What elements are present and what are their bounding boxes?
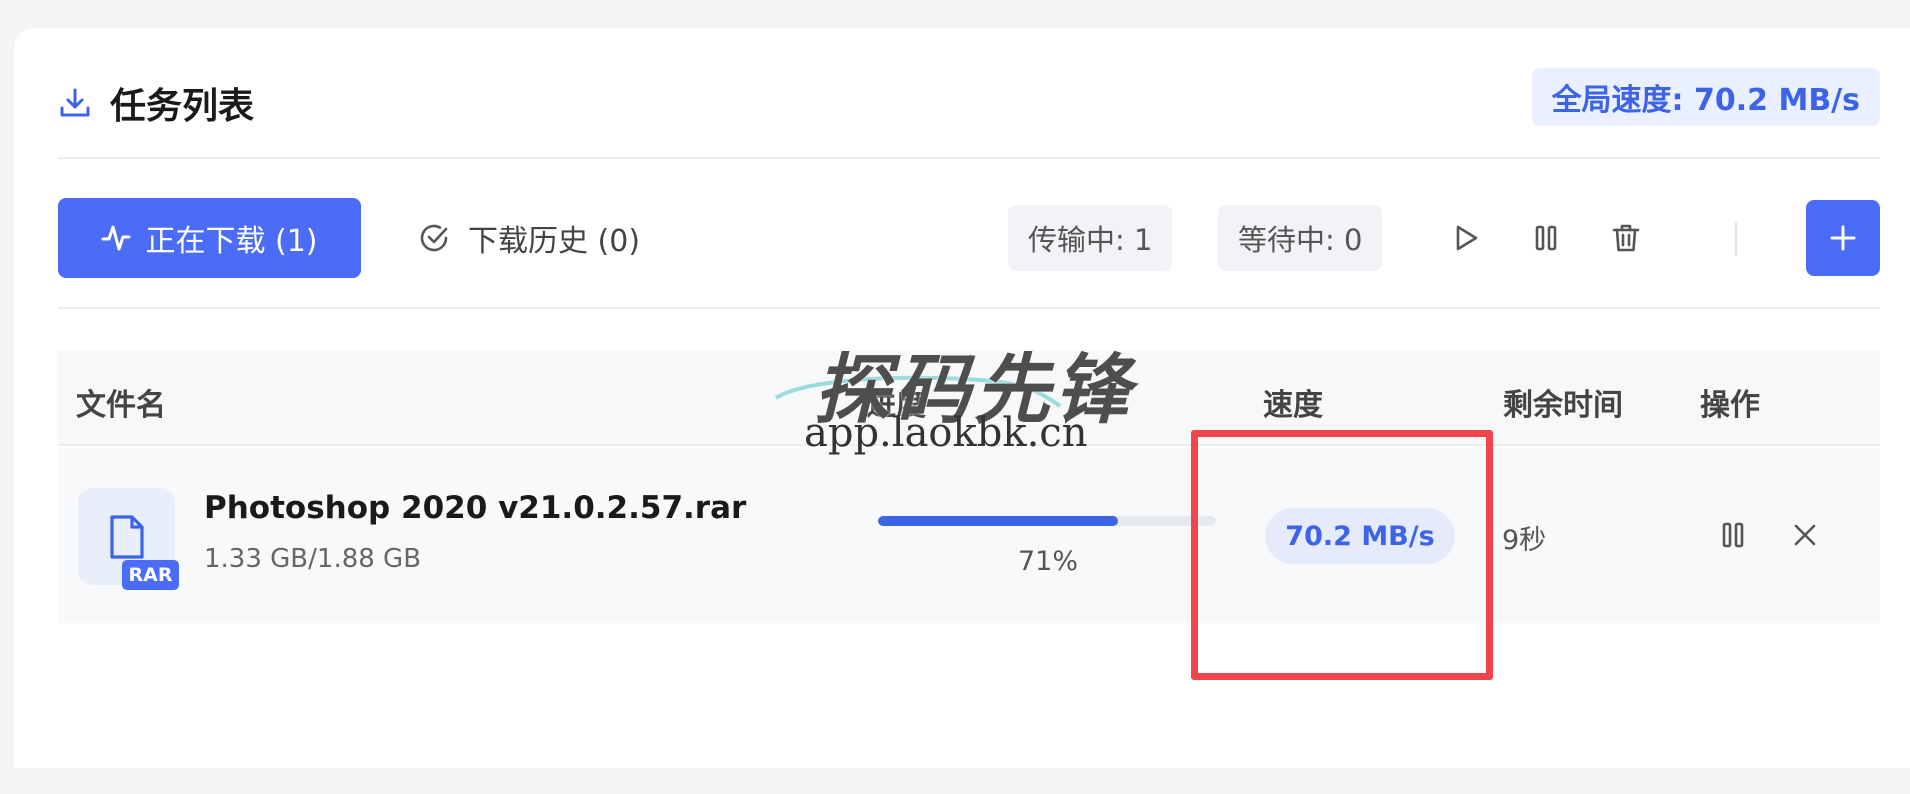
toolbar: 正在下载 (1) 下载历史 (0) 传输中: 1 等待中: 0	[58, 198, 1880, 280]
toolbar-divider	[58, 307, 1880, 309]
tab-history-label: 下载历史 (0)	[468, 224, 641, 259]
pause-icon	[1535, 225, 1557, 251]
close-icon	[1794, 524, 1816, 546]
remaining-time: 9秒	[1502, 525, 1547, 556]
trash-icon	[1612, 224, 1640, 252]
pause-all-button[interactable]	[1524, 216, 1568, 260]
transferring-count: 传输中: 1	[1008, 205, 1173, 271]
file-size: 1.33 GB/1.88 GB	[204, 544, 422, 574]
add-task-button[interactable]	[1806, 200, 1880, 276]
page-title: 任务列表	[110, 86, 255, 127]
file-type-badge: RAR	[122, 560, 179, 590]
waiting-count: 等待中: 0	[1218, 205, 1383, 271]
column-remaining: 剩余时间	[1503, 388, 1623, 423]
progress-percent: 71%	[1018, 546, 1079, 577]
task-list-header: 任务列表 全局速度: 70.2 MB/s	[58, 68, 1880, 138]
play-icon	[1456, 225, 1478, 251]
speed-highlight-box	[1191, 430, 1493, 680]
table-row: RAR Photoshop 2020 v21.0.2.57.rar 1.33 G…	[58, 448, 1880, 623]
pause-icon	[1722, 522, 1744, 548]
column-speed: 速度	[1263, 388, 1323, 423]
global-speed-badge: 全局速度: 70.2 MB/s	[1531, 68, 1880, 126]
column-progress: 进度	[866, 388, 926, 423]
header-divider	[58, 157, 1880, 159]
start-all-button[interactable]	[1444, 216, 1488, 260]
tab-downloading[interactable]: 正在下载 (1)	[58, 198, 361, 278]
delete-all-button[interactable]	[1604, 216, 1648, 260]
progress-bar	[878, 516, 1216, 526]
check-circle-icon	[420, 224, 448, 252]
plus-icon	[1830, 225, 1856, 251]
table-header: 文件名 进度 速度 剩余时间 操作	[58, 350, 1880, 446]
progress-bar-fill	[878, 516, 1118, 526]
toolbar-separator	[1735, 222, 1737, 256]
file-name: Photoshop 2020 v21.0.2.57.rar	[204, 490, 747, 526]
cancel-task-button[interactable]	[1784, 514, 1826, 556]
column-actions: 操作	[1700, 388, 1760, 423]
download-icon	[58, 86, 92, 120]
tab-downloading-label: 正在下载 (1)	[145, 224, 318, 259]
pause-task-button[interactable]	[1712, 514, 1754, 556]
column-file-name: 文件名	[76, 388, 166, 423]
tab-history[interactable]: 下载历史 (0)	[418, 198, 640, 278]
activity-icon	[101, 225, 131, 251]
